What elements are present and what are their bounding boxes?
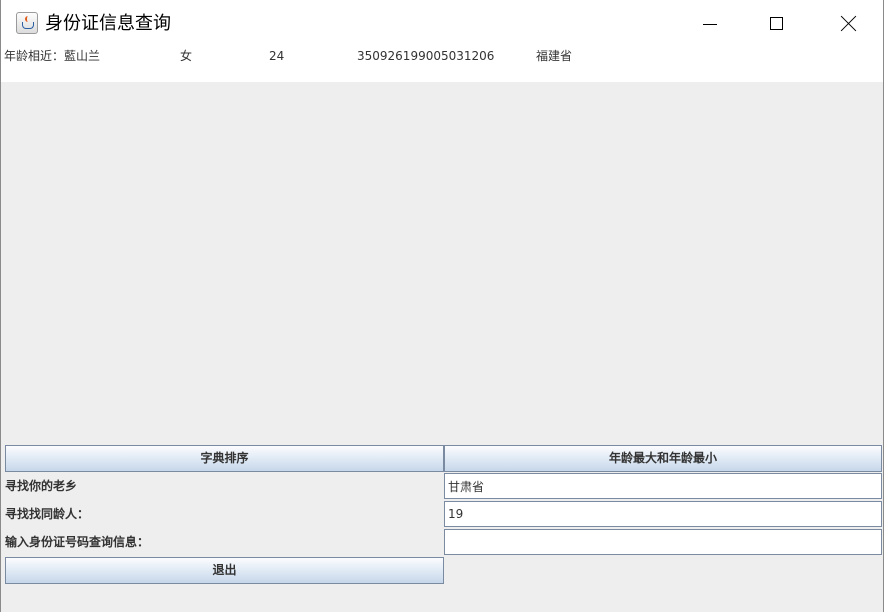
maximize-button[interactable] <box>753 0 799 48</box>
result-province: 福建省 <box>536 49 573 63</box>
result-age: 24 <box>269 49 285 63</box>
window-title: 身份证信息查询 <box>45 13 171 34</box>
title-bar: 身份证信息查询 <box>1 0 883 48</box>
hometown-input[interactable] <box>444 473 882 499</box>
result-row: 年龄相近：藍山兰 女 24 350926199005031206 福建省 <box>1 48 883 82</box>
peer-age-label: 寻找找同龄人： <box>5 507 90 521</box>
content-panel <box>4 82 882 444</box>
id-query-input[interactable] <box>444 529 882 555</box>
result-label-and-name: 年龄相近：藍山兰 <box>4 49 100 63</box>
minimize-button[interactable] <box>687 0 733 48</box>
minimize-icon <box>703 24 717 25</box>
result-gender: 女 <box>180 49 193 63</box>
exit-button[interactable]: 退出 <box>5 557 444 584</box>
hometown-label: 寻找你的老乡 <box>5 479 78 493</box>
id-query-label: 输入身份证号码查询信息： <box>5 535 150 549</box>
dictionary-sort-button[interactable]: 字典排序 <box>5 445 444 472</box>
result-name: 藍山兰 <box>64 49 101 63</box>
result-id-number: 350926199005031206 <box>357 49 495 63</box>
close-icon <box>840 15 857 32</box>
java-cup-icon[interactable] <box>16 12 38 34</box>
age-max-min-button[interactable]: 年龄最大和年龄最小 <box>444 445 882 472</box>
app-window: 身份证信息查询 年龄相近：藍山兰 女 24 350926199005031206… <box>0 0 884 612</box>
result-label: 年龄相近： <box>4 49 65 63</box>
peer-age-input[interactable] <box>444 501 882 527</box>
close-button[interactable] <box>825 0 871 48</box>
maximize-icon <box>770 17 783 30</box>
